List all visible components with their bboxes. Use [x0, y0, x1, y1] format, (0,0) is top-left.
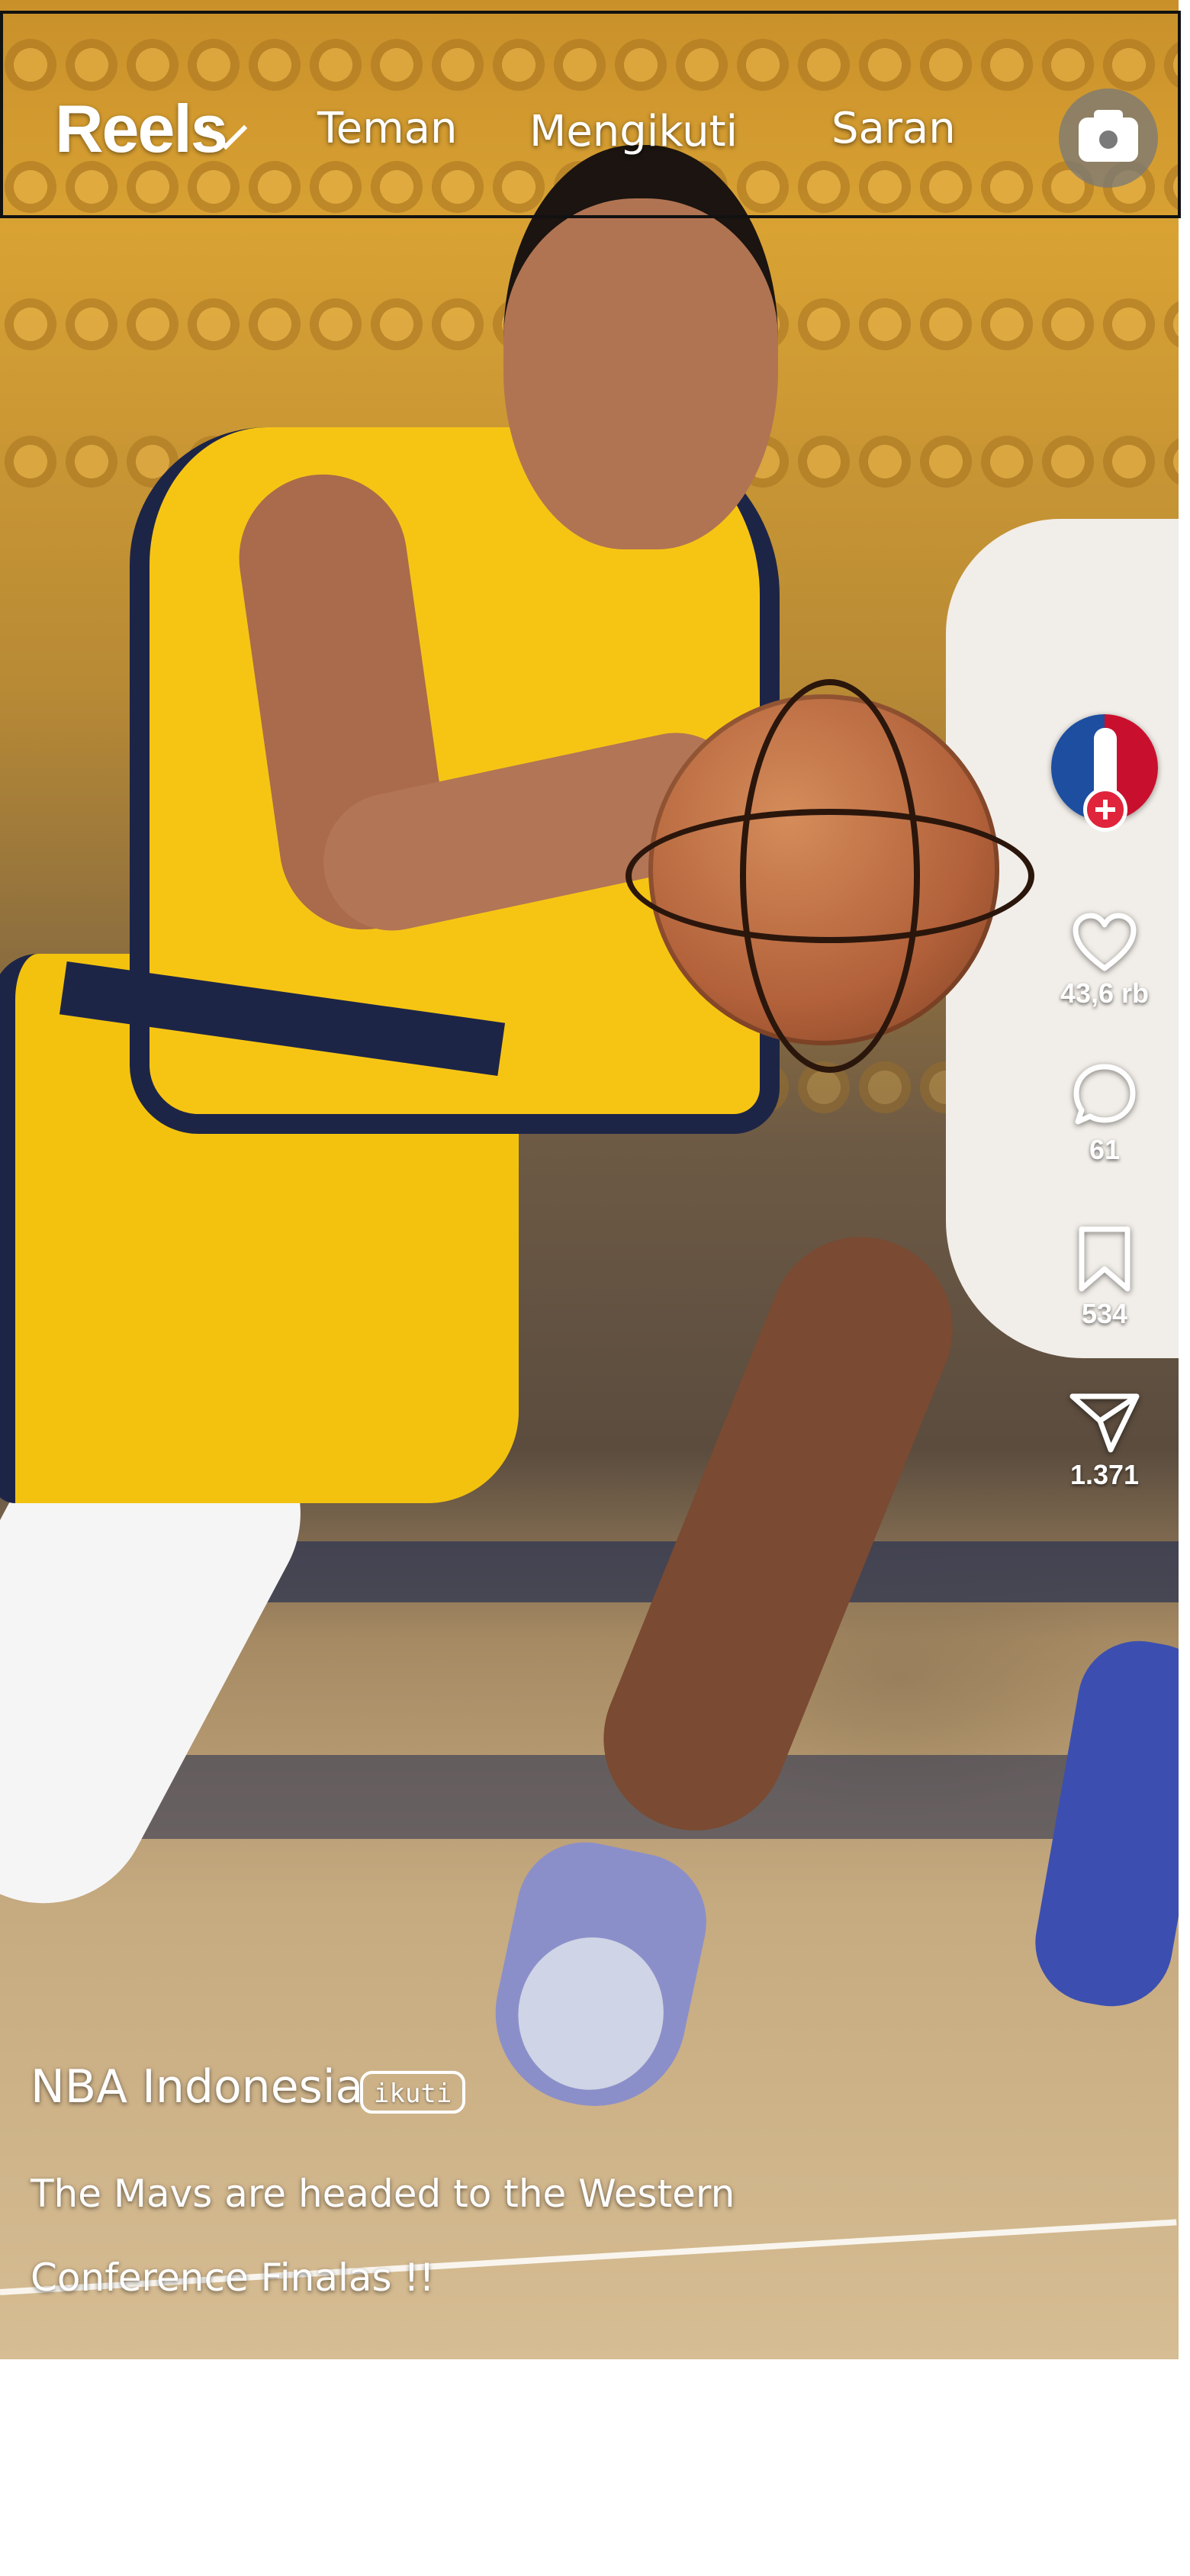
tab-teman[interactable]: Teman	[317, 104, 458, 153]
camera-button[interactable]	[1059, 89, 1158, 188]
like-button[interactable]: 43,6 rb	[1051, 912, 1158, 1009]
tab-mengikuti[interactable]: Mengikuti	[529, 107, 738, 156]
follow-plus-icon[interactable]	[1083, 787, 1127, 832]
share-icon	[1069, 1393, 1140, 1453]
heart-icon	[1073, 913, 1137, 971]
follow-button[interactable]: ikuti	[360, 2071, 466, 2114]
top-bar: Reels Teman Mengikuti Saran	[0, 11, 1181, 218]
tab-saran[interactable]: Saran	[831, 104, 956, 153]
reels-title[interactable]: Reels	[55, 90, 228, 168]
shoe-sole	[503, 1924, 678, 2104]
reel-video[interactable]	[0, 0, 1179, 2359]
player-shoe	[478, 1829, 719, 2124]
share-button[interactable]: 1.371	[1051, 1390, 1158, 1491]
like-count: 43,6 rb	[1060, 977, 1150, 1009]
bookmark-icon	[1079, 1226, 1130, 1292]
save-button[interactable]: 534	[1051, 1225, 1158, 1330]
comment-icon	[1073, 1064, 1136, 1125]
ball-seam	[626, 809, 1034, 943]
comment-count: 61	[1089, 1134, 1121, 1165]
comment-button[interactable]: 61	[1051, 1061, 1158, 1166]
save-count: 534	[1081, 1298, 1128, 1329]
share-count: 1.371	[1069, 1459, 1140, 1490]
basketball	[626, 679, 1034, 1073]
account-name[interactable]: NBA Indonesia	[31, 2060, 363, 2114]
post-caption[interactable]: The Mavs are headed to the Western Confe…	[31, 2152, 870, 2320]
camera-lens	[1095, 126, 1122, 153]
